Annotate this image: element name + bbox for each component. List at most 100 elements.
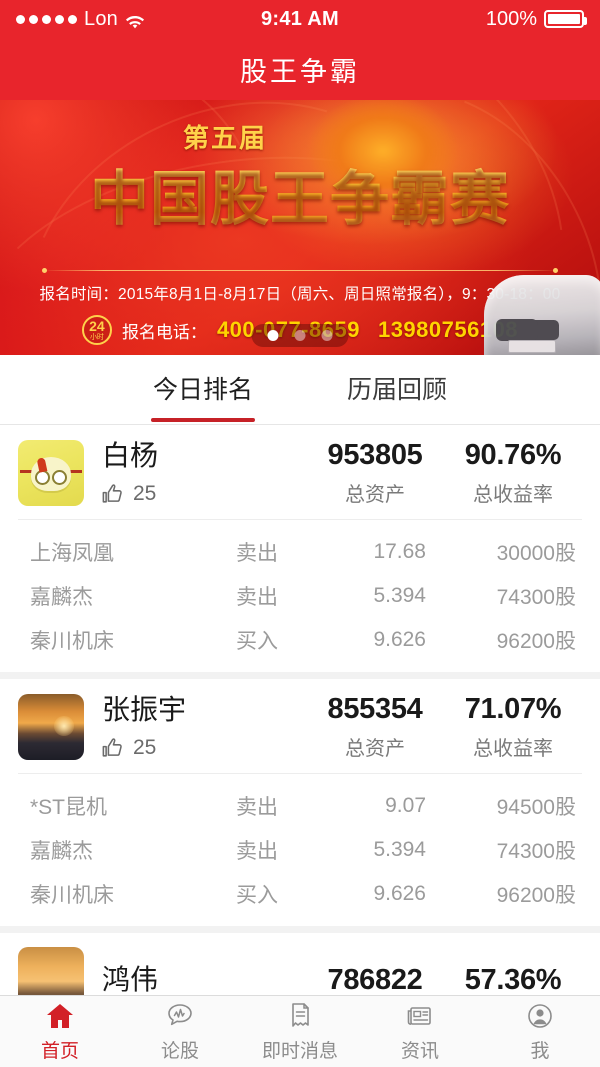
banner-edition-label: 第五届	[182, 123, 267, 153]
trade-stock-name: 嘉麟杰	[30, 586, 93, 609]
trade-price: 5.394	[373, 584, 426, 607]
status-bar-right: 100%	[485, 7, 587, 31]
banner-title: 中国股王争霸赛	[0, 151, 600, 236]
likes-count: 25	[133, 736, 157, 760]
user-info: 张振宇 25	[102, 694, 306, 760]
carousel-dot-2[interactable]	[294, 330, 306, 341]
table-row[interactable]: 秦川机床 买入 9.626 96200股	[18, 872, 582, 916]
likes-group[interactable]: 25	[102, 482, 306, 506]
home-icon	[45, 1001, 75, 1031]
ranking-card-header[interactable]: 白杨 25 953805 总资产 90.76% 总收益率	[0, 425, 600, 519]
tabbar-item-news[interactable]: 资讯	[360, 1001, 480, 1063]
avatar[interactable]	[18, 440, 84, 506]
banner-heading: 第五届 中国股王争霸赛	[0, 118, 600, 236]
tabbar-item-messages[interactable]: 即时消息	[240, 1001, 360, 1063]
tabbar-item-profile[interactable]: 我	[480, 1001, 600, 1063]
status-bar: Lon 9:41 AM 100%	[0, 0, 600, 38]
carousel-dots[interactable]	[251, 324, 349, 347]
trade-price: 9.07	[385, 794, 426, 817]
tabbar-item-discussion[interactable]: 论股	[120, 1001, 240, 1063]
user-name: 白杨	[102, 439, 159, 471]
total-assets-label: 总资产	[345, 484, 405, 506]
badge-number: 24	[89, 318, 105, 334]
total-assets-value: 855354	[327, 693, 423, 725]
tab-past-review[interactable]: 历届回顾	[343, 358, 451, 422]
total-assets-stat: 786822	[306, 964, 444, 996]
receipt-icon	[285, 1001, 315, 1031]
tabbar-item-home[interactable]: 首页	[0, 1001, 120, 1063]
trade-price: 17.68	[373, 540, 426, 563]
trade-stock-name: 嘉麟杰	[30, 840, 93, 863]
ranking-card-header[interactable]: 鸿伟 786822 57.36%	[0, 933, 600, 995]
trade-action: 卖出	[236, 796, 278, 819]
return-rate-value: 90.76%	[464, 439, 562, 471]
banner-divider	[42, 268, 558, 273]
total-assets-value: 786822	[327, 963, 423, 996]
trade-quantity: 74300股	[496, 840, 576, 863]
table-row[interactable]: 嘉麟杰 卖出 5.394 74300股	[18, 828, 582, 872]
ranking-card[interactable]: 鸿伟 786822 57.36%	[0, 933, 600, 995]
ranking-card[interactable]: 张振宇 25 855354 总资产 71.07% 总收益率 *ST昆机 卖出 9…	[0, 679, 600, 926]
car-icon	[484, 275, 600, 355]
trade-action: 买入	[236, 630, 278, 653]
person-icon	[525, 1001, 555, 1031]
page-title: 股王争霸	[0, 38, 600, 100]
tabbar-label-news: 资讯	[400, 1040, 439, 1062]
phone-label: 报名电话：	[121, 322, 207, 342]
trade-quantity: 74300股	[496, 586, 576, 609]
trade-price: 9.626	[373, 882, 426, 905]
trade-stock-name: 秦川机床	[30, 630, 114, 653]
battery-full-icon	[544, 10, 587, 28]
likes-group[interactable]: 25	[102, 736, 306, 760]
user-name: 张振宇	[102, 693, 187, 725]
ranking-list[interactable]: 白杨 25 953805 总资产 90.76% 总收益率 上海凤凰 卖出 17.…	[0, 425, 600, 995]
chat-chart-icon	[165, 1001, 195, 1031]
trade-quantity: 96200股	[496, 884, 576, 907]
tabbar-label-discussion: 论股	[160, 1040, 199, 1062]
ranking-card-header[interactable]: 张振宇 25 855354 总资产 71.07% 总收益率	[0, 679, 600, 773]
user-info: 鸿伟	[102, 964, 306, 995]
tab-today-ranking[interactable]: 今日排名	[149, 358, 257, 422]
trade-list: *ST昆机 卖出 9.07 94500股 嘉麟杰 卖出 5.394 74300股…	[18, 773, 582, 922]
promo-banner[interactable]: 第五届 中国股王争霸赛 报名时间：2015年8月1日-8月17日（周六、周日照常…	[0, 100, 600, 355]
carousel-dot-1[interactable]	[267, 330, 279, 341]
trade-action: 卖出	[236, 840, 278, 863]
avatar[interactable]	[18, 947, 84, 995]
return-rate-stat: 57.36%	[444, 964, 582, 996]
return-rate-value: 57.36%	[464, 963, 562, 996]
return-rate-label: 总收益率	[473, 738, 553, 760]
newspaper-icon	[405, 1001, 435, 1031]
total-assets-stat: 953805 总资产	[306, 439, 444, 507]
tabbar-label-home: 首页	[40, 1040, 79, 1062]
trade-action: 卖出	[236, 542, 278, 565]
trade-price: 5.394	[373, 838, 426, 861]
table-row[interactable]: 嘉麟杰 卖出 5.394 74300股	[18, 574, 582, 618]
trade-action: 买入	[236, 884, 278, 907]
trade-stock-name: *ST昆机	[30, 796, 108, 819]
user-info: 白杨 25	[102, 440, 306, 506]
total-assets-stat: 855354 总资产	[306, 693, 444, 761]
app-root: Lon 9:41 AM 100% 股王争霸 第五届 中国股王争霸赛 报名时间：2…	[0, 0, 600, 1067]
tabbar-label-messages: 即时消息	[261, 1040, 338, 1062]
trade-price: 9.626	[373, 628, 426, 651]
battery-percent-label: 100%	[485, 7, 537, 30]
table-row[interactable]: 上海凤凰 卖出 17.68 30000股	[18, 530, 582, 574]
trade-quantity: 96200股	[496, 630, 576, 653]
trade-stock-name: 秦川机床	[30, 884, 114, 907]
ranking-card[interactable]: 白杨 25 953805 总资产 90.76% 总收益率 上海凤凰 卖出 17.…	[0, 425, 600, 672]
user-name: 鸿伟	[102, 963, 159, 995]
table-row[interactable]: 秦川机床 买入 9.626 96200股	[18, 618, 582, 662]
trade-action: 卖出	[236, 586, 278, 609]
thumbs-up-icon[interactable]	[102, 483, 124, 505]
trade-list: 上海凤凰 卖出 17.68 30000股 嘉麟杰 卖出 5.394 74300股…	[18, 519, 582, 668]
return-rate-label: 总收益率	[473, 484, 553, 506]
thumbs-up-icon[interactable]	[102, 737, 124, 759]
table-row[interactable]: *ST昆机 卖出 9.07 94500股	[18, 784, 582, 828]
carousel-dot-3[interactable]	[321, 330, 333, 341]
likes-count: 25	[133, 482, 157, 506]
trade-quantity: 94500股	[496, 796, 576, 819]
return-rate-stat: 71.07% 总收益率	[444, 693, 582, 761]
return-rate-value: 71.07%	[464, 693, 562, 725]
avatar[interactable]	[18, 694, 84, 760]
total-assets-value: 953805	[327, 439, 423, 471]
